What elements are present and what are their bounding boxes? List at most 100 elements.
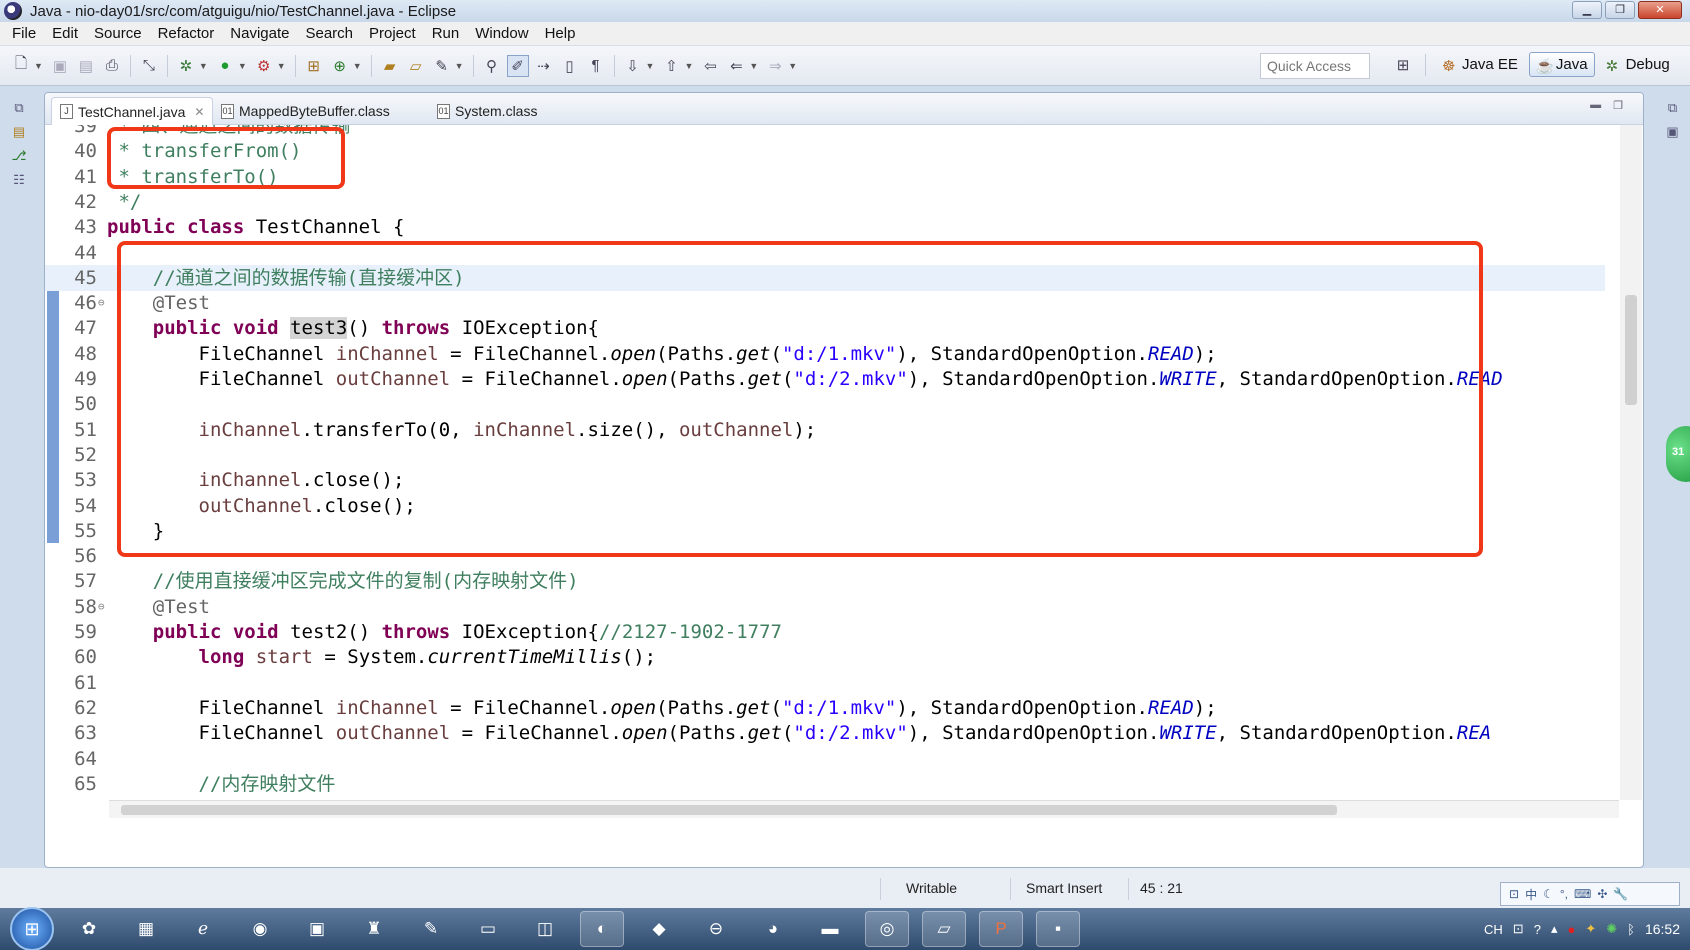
code-line[interactable]: 64: [45, 746, 1605, 772]
ie-icon[interactable]: ℯ: [181, 911, 225, 947]
bluetooth-icon[interactable]: ᛒ: [1627, 922, 1635, 937]
clock[interactable]: 16:52: [1645, 921, 1680, 937]
new-class-icon[interactable]: ⊕: [329, 55, 351, 77]
menu-file[interactable]: File: [4, 25, 44, 42]
chevron-down-icon[interactable]: ▼: [199, 61, 208, 71]
app-icon[interactable]: ▣: [295, 911, 339, 947]
chevron-down-icon[interactable]: ▼: [277, 61, 286, 71]
restore-icon[interactable]: ⧉: [1665, 100, 1681, 116]
menu-window[interactable]: Window: [467, 25, 536, 42]
menu-run[interactable]: Run: [424, 25, 468, 42]
back-icon[interactable]: ⇐: [725, 55, 747, 77]
app-icon[interactable]: ◫: [523, 911, 567, 947]
menu-refactor[interactable]: Refactor: [150, 25, 223, 42]
close-button[interactable]: ✕: [1638, 1, 1682, 19]
record-icon[interactable]: ●: [1567, 922, 1575, 937]
close-icon[interactable]: ✕: [194, 105, 204, 119]
tray-ime-icon[interactable]: ⊡: [1513, 921, 1524, 937]
app-icon[interactable]: ◕: [751, 911, 795, 947]
save-all-icon[interactable]: ▤: [75, 55, 97, 77]
code-line[interactable]: 59 public void test2() throws IOExceptio…: [45, 619, 1605, 645]
app-icon[interactable]: ▭: [466, 911, 510, 947]
eclipse-icon[interactable]: ◎: [865, 911, 909, 947]
toggle-breadcrumb-icon[interactable]: ⚲: [481, 55, 503, 77]
code-line[interactable]: 58 ⊖ @Test: [45, 594, 1605, 620]
code-line[interactable]: 60 long start = System.currentTimeMillis…: [45, 644, 1605, 670]
app-icon[interactable]: ▦: [124, 911, 168, 947]
chevron-down-icon[interactable]: ▼: [34, 61, 43, 71]
scroll-thumb[interactable]: [1625, 295, 1637, 405]
code-line[interactable]: 43 public class TestChannel {: [45, 214, 1605, 240]
app-icon[interactable]: ⊖: [694, 911, 738, 947]
app-icon[interactable]: ✿: [67, 911, 111, 947]
perspective-java-ee[interactable]: ☸ Java EE: [1435, 52, 1525, 77]
perspective-java[interactable]: ☕ Java: [1528, 52, 1595, 77]
new-package-icon[interactable]: ⊞: [303, 55, 325, 77]
folder-icon[interactable]: ▱: [922, 911, 966, 947]
chevron-down-icon[interactable]: ▼: [646, 61, 655, 71]
new-icon[interactable]: 🗋: [10, 55, 32, 77]
show-whitespace-icon[interactable]: ▯: [559, 55, 581, 77]
tray-lang[interactable]: CH: [1484, 922, 1503, 937]
app-icon[interactable]: ✎: [409, 911, 453, 947]
debug-icon[interactable]: ✲: [175, 55, 197, 77]
chevron-down-icon[interactable]: ▼: [238, 61, 247, 71]
menu-source[interactable]: Source: [86, 25, 150, 42]
menu-search[interactable]: Search: [297, 25, 361, 42]
ime-tools-icon[interactable]: 🔧: [1613, 887, 1628, 901]
task-list-icon[interactable]: ▣: [1665, 124, 1681, 140]
tab-testchannel-java[interactable]: J TestChannel.java ✕: [51, 97, 214, 125]
maximize-button[interactable]: ❐: [1605, 1, 1635, 19]
quick-access-input[interactable]: Quick Access: [1260, 53, 1370, 79]
menu-edit[interactable]: Edit: [44, 25, 86, 42]
previous-annotation-icon[interactable]: ⇧: [660, 55, 682, 77]
ime-settings-icon[interactable]: ✣: [1597, 887, 1607, 901]
app-icon[interactable]: ◆: [637, 911, 681, 947]
horizontal-scrollbar[interactable]: [109, 800, 1619, 818]
ime-keyboard-icon[interactable]: ⌨: [1574, 887, 1591, 901]
external-tools-icon[interactable]: ⚙: [253, 55, 275, 77]
minimize-button[interactable]: ▁: [1572, 1, 1602, 19]
start-button[interactable]: ⊞: [10, 907, 54, 950]
tab-mappedbytebuffer-class[interactable]: 01 MappedByteBuffer.class: [213, 97, 398, 125]
code-line[interactable]: 57 //使用直接缓冲区完成文件的复制(内存映射文件): [45, 568, 1605, 594]
open-type-icon[interactable]: ▰: [379, 55, 401, 77]
code-line[interactable]: 61: [45, 670, 1605, 696]
help-icon[interactable]: ?: [1534, 922, 1541, 937]
mark-occurrences-icon[interactable]: ✐: [506, 54, 529, 77]
ime-moon-icon[interactable]: ☾: [1543, 887, 1554, 901]
run-icon[interactable]: ●: [214, 55, 236, 77]
chevron-down-icon[interactable]: ▼: [684, 61, 693, 71]
tray-arrow-icon[interactable]: ▴: [1551, 921, 1558, 937]
skip-breakpoints-icon[interactable]: ⤡: [138, 55, 160, 77]
code-line[interactable]: 65 //内存映射文件: [45, 771, 1605, 797]
outline-icon[interactable]: ☷: [11, 172, 27, 188]
menu-help[interactable]: Help: [537, 25, 584, 42]
vertical-scrollbar[interactable]: [1620, 125, 1642, 800]
fold-toggle-icon[interactable]: ⊖: [98, 290, 105, 316]
app-icon[interactable]: ◐: [580, 911, 624, 947]
search-icon[interactable]: ✎: [431, 55, 453, 77]
scroll-thumb[interactable]: [121, 805, 1337, 815]
code-line[interactable]: 63 FileChannel outChannel = FileChannel.…: [45, 720, 1605, 746]
terminal-icon[interactable]: ▬: [808, 911, 852, 947]
fold-toggle-icon[interactable]: ⊖: [98, 594, 105, 620]
maximize-icon[interactable]: ❐: [1613, 99, 1623, 112]
ime-lang[interactable]: 中: [1525, 886, 1537, 903]
restore-icon[interactable]: ⧉: [11, 100, 27, 116]
chevron-down-icon[interactable]: ▼: [749, 61, 758, 71]
minimize-icon[interactable]: ▬: [1590, 99, 1601, 112]
ime-toolbar[interactable]: ⊡ 中 ☾ °, ⌨ ✣ 🔧: [1500, 882, 1680, 906]
open-resource-icon[interactable]: ▱: [405, 55, 427, 77]
tray-app-icon[interactable]: ✦: [1585, 921, 1596, 937]
forward-icon[interactable]: ⇒: [764, 55, 786, 77]
powerpoint-icon[interactable]: P: [979, 911, 1023, 947]
tab-system-class[interactable]: 01 System.class: [429, 97, 545, 125]
menu-project[interactable]: Project: [361, 25, 424, 42]
print-icon[interactable]: ⎙: [101, 55, 123, 77]
tray-app-icon[interactable]: ✺: [1606, 921, 1617, 937]
last-edit-icon[interactable]: ⇦: [699, 55, 721, 77]
paragraph-icon[interactable]: ¶: [585, 55, 607, 77]
menu-navigate[interactable]: Navigate: [222, 25, 297, 42]
chevron-down-icon[interactable]: ▼: [353, 61, 362, 71]
